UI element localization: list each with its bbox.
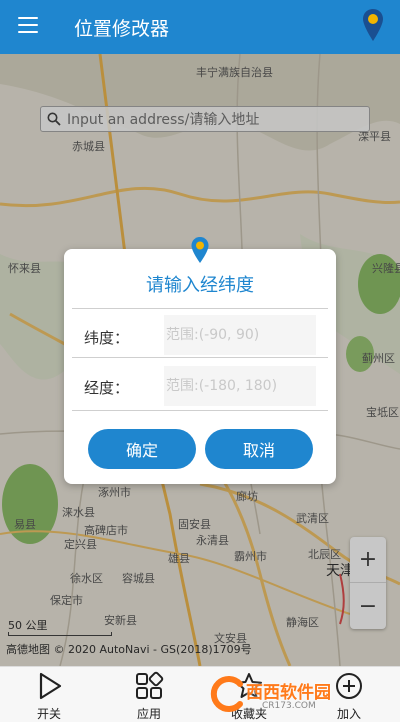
nav-label: 开关: [36, 707, 61, 721]
nav-label: 应用: [136, 707, 161, 721]
nav-apps[interactable]: 应用: [114, 667, 184, 722]
apps-icon: [136, 671, 164, 699]
location-pin-icon: [191, 237, 209, 263]
divider: [72, 410, 328, 411]
coordinates-dialog: 请输入经纬度 纬度： 经度： 确定 取消: [64, 249, 336, 484]
app-title: 位置修改器: [74, 18, 170, 40]
longitude-input[interactable]: [164, 366, 316, 406]
longitude-label: 经度：: [84, 379, 130, 397]
divider: [72, 357, 328, 358]
divider: [72, 308, 328, 309]
cancel-button[interactable]: 取消: [205, 429, 313, 469]
menu-icon[interactable]: [18, 17, 38, 33]
latitude-input[interactable]: [164, 315, 316, 355]
watermark-text: 西西软件园: [246, 683, 331, 703]
watermark-sub: CR173.COM: [262, 701, 316, 711]
app-bar: 位置修改器: [0, 0, 400, 54]
watermark-logo-icon: [210, 676, 243, 712]
play-icon: [39, 672, 62, 700]
confirm-button[interactable]: 确定: [88, 429, 196, 469]
latitude-label: 纬度：: [84, 329, 130, 347]
nav-toggle[interactable]: 开关: [14, 667, 84, 722]
watermark: 西西软件园 CR173.COM: [206, 672, 396, 718]
location-pin-icon[interactable]: [362, 8, 384, 42]
dialog-title: 请输入经纬度: [146, 275, 254, 296]
